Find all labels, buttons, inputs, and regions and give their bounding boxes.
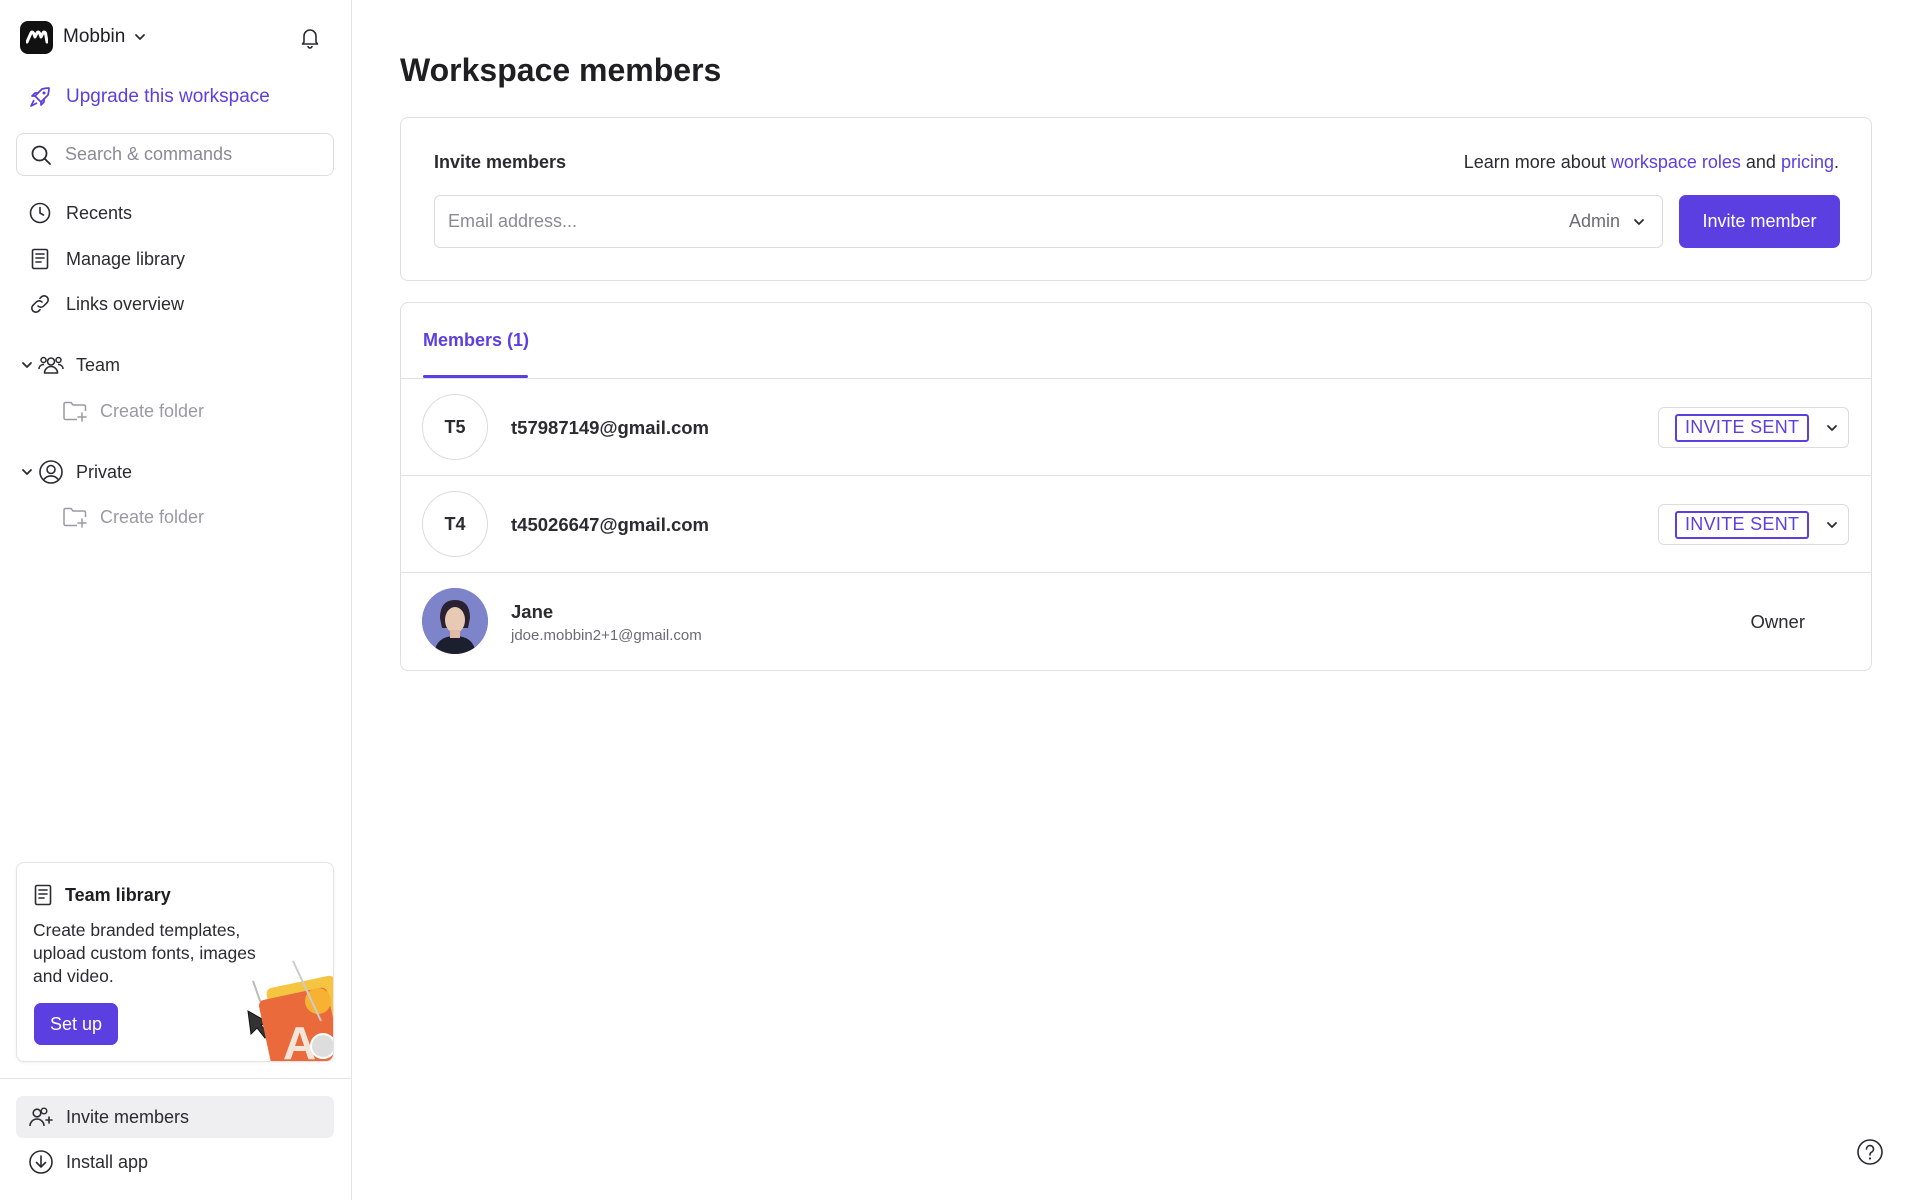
folder-plus-icon [63, 507, 87, 528]
status-badge: INVITE SENT [1675, 510, 1810, 539]
member-status-select[interactable]: INVITE SENT [1658, 407, 1849, 448]
section-team-label: Team [76, 354, 121, 375]
search-icon [31, 145, 51, 165]
invite-members-nav[interactable]: Invite members [16, 1096, 334, 1138]
role-select[interactable]: Admin [1569, 211, 1662, 232]
install-app-nav[interactable]: Install app [16, 1141, 334, 1183]
learn-mid: and [1740, 152, 1781, 172]
chevron-down-icon [1634, 218, 1644, 225]
svg-text:A: A [283, 1017, 316, 1061]
upgrade-workspace-link[interactable]: Upgrade this workspace [28, 82, 270, 112]
users-icon [38, 353, 64, 377]
download-icon [29, 1150, 53, 1174]
invite-members-nav-label: Invite members [66, 1106, 190, 1127]
learn-suffix: . [1833, 152, 1839, 172]
sidebar: Mobbin Upgrade this workspace Search & c… [0, 0, 352, 1200]
search-input[interactable]: Search & commands [16, 133, 334, 176]
learn-more-text: Learn more about workspace roles and pri… [1464, 152, 1839, 173]
nav-recents[interactable]: Recents [28, 198, 132, 228]
avatar: T4 [422, 491, 488, 557]
user-circle-icon [38, 459, 64, 485]
user-plus-icon [29, 1107, 53, 1127]
invite-member-button[interactable]: Invite member [1679, 195, 1840, 248]
email-field[interactable] [435, 196, 1569, 247]
private-create-folder-label: Create folder [100, 506, 205, 527]
workspace-name[interactable]: Mobbin [63, 26, 125, 48]
tab-members[interactable]: Members (1) [423, 303, 529, 379]
member-row: T4 t45026647@gmail.com INVITE SENT [401, 476, 1871, 573]
nav-recents-label: Recents [66, 202, 133, 223]
mobbin-logo-icon[interactable] [20, 20, 53, 54]
workspace-header: Mobbin [20, 20, 330, 54]
install-app-label: Install app [66, 1151, 149, 1172]
page-title: Workspace members [400, 52, 722, 88]
setup-button[interactable]: Set up [34, 1003, 118, 1045]
book-icon [34, 884, 52, 906]
upgrade-label: Upgrade this workspace [66, 86, 270, 107]
tab-active-indicator [423, 375, 528, 378]
member-role: Owner [1750, 610, 1806, 632]
member-email: t45026647@gmail.com [511, 513, 710, 535]
clock-icon [29, 202, 51, 224]
team-create-folder-label: Create folder [100, 400, 205, 421]
chevron-down-icon[interactable] [20, 465, 34, 479]
nav-links-overview-label: Links overview [66, 293, 185, 314]
workspace-roles-link[interactable]: workspace roles [1611, 152, 1741, 172]
members-tabs: Members (1) [401, 303, 1871, 379]
promo-illustration: A [247, 960, 333, 1061]
avatar [422, 588, 488, 654]
team-library-promo: Team library Create branded templates, u… [16, 862, 334, 1062]
invite-card: Invite members Learn more about workspac… [400, 117, 1872, 281]
member-status-select[interactable]: INVITE SENT [1658, 504, 1849, 545]
folder-plus-icon [63, 401, 87, 422]
member-row: Jane jdoe.mobbin2+1@gmail.com Owner [401, 573, 1871, 670]
link-icon [31, 295, 49, 313]
learn-prefix: Learn more about [1463, 152, 1611, 172]
search-placeholder: Search & commands [65, 144, 233, 164]
avatar: T5 [422, 394, 488, 460]
status-badge: INVITE SENT [1675, 413, 1810, 442]
help-icon[interactable] [1855, 1137, 1885, 1167]
team-create-folder[interactable]: Create folder [62, 396, 204, 426]
nav-links-overview[interactable]: Links overview [28, 289, 184, 319]
nav-manage-library-label: Manage library [66, 248, 186, 269]
email-field-wrapper: Admin [434, 195, 1663, 248]
section-team[interactable]: Team [20, 350, 120, 380]
avatar-photo [422, 588, 488, 654]
members-card: Members (1) T5 t57987149@gmail.com INVIT… [400, 302, 1872, 671]
member-email: t57987149@gmail.com [511, 416, 710, 438]
member-email: jdoe.mobbin2+1@gmail.com [511, 627, 702, 644]
chevron-down-icon[interactable] [1825, 518, 1839, 532]
sidebar-divider [0, 1078, 352, 1079]
section-private-label: Private [76, 461, 133, 482]
chevron-down-icon[interactable] [20, 358, 34, 372]
promo-title: Team library [31, 883, 171, 907]
bell-icon[interactable] [296, 23, 324, 51]
nav-manage-library[interactable]: Manage library [28, 244, 185, 274]
private-create-folder[interactable]: Create folder [62, 502, 204, 532]
section-private[interactable]: Private [20, 457, 132, 487]
chevron-down-icon[interactable] [133, 30, 147, 44]
member-row: T5 t57987149@gmail.com INVITE SENT [401, 379, 1871, 476]
book-icon [31, 248, 49, 270]
rocket-icon [30, 87, 50, 107]
chevron-down-icon[interactable] [1825, 421, 1839, 435]
invite-members-label: Invite members [434, 152, 567, 172]
role-select-value: Admin [1568, 211, 1620, 231]
member-name: Jane [511, 601, 554, 622]
pricing-link[interactable]: pricing [1781, 152, 1834, 172]
promo-title-text: Team library [65, 884, 171, 905]
